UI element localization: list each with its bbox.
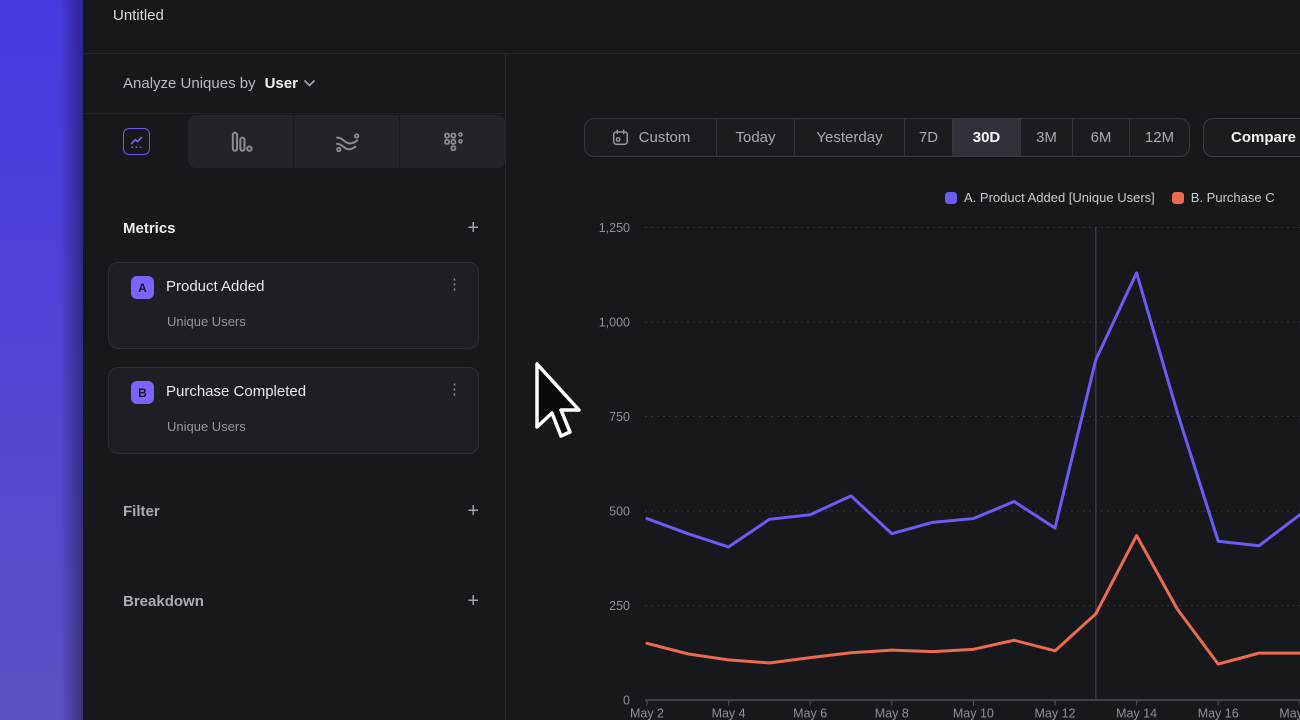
chart-legend: A. Product Added [Unique Users] B. Purch… [945,190,1275,205]
compare-label: Compare [1231,129,1296,146]
range-label: Custom [639,129,691,146]
legend-swatch-b [1172,192,1184,204]
filter-title: Filter [123,503,160,520]
range-yesterday[interactable]: Yesterday [794,119,904,156]
tab-retention[interactable] [400,115,506,168]
analyze-by-selector[interactable]: User [265,75,315,92]
range-label: 3M [1036,129,1057,146]
date-range-selector: Custom Today Yesterday 7D 30D 3M 6M 12M [584,118,1190,157]
metric-subtitle[interactable]: Unique Users [167,314,246,329]
range-12m[interactable]: 12M [1129,119,1189,156]
metric-badge-b: B [131,381,154,404]
tab-flows[interactable] [294,115,400,168]
kebab-menu-icon[interactable]: ⋮ [447,380,462,398]
legend-label-b: B. Purchase C [1191,190,1275,205]
breakdown-header-row: Breakdown + [123,589,479,613]
analyze-row: Analyze Uniques by User [83,54,505,114]
metric-card-b[interactable]: B Purchase Completed Unique Users ⋮ [108,367,479,454]
retention-grid-icon [439,128,467,156]
range-30d[interactable]: 30D [952,119,1020,156]
compare-button[interactable]: Compare [1203,118,1300,157]
range-7d[interactable]: 7D [904,119,952,156]
bar-chart-icon [227,128,255,156]
add-metric-button[interactable]: + [467,218,479,238]
range-6m[interactable]: 6M [1072,119,1129,156]
range-3m[interactable]: 3M [1020,119,1072,156]
selected-tab-box [123,128,150,155]
add-filter-button[interactable]: + [467,501,479,521]
legend-item-a[interactable]: A. Product Added [Unique Users] [945,190,1155,205]
range-label: Yesterday [816,129,882,146]
tab-funnels[interactable] [188,115,294,168]
analyze-by-label: Analyze Uniques by [123,75,256,92]
legend-item-b[interactable]: B. Purchase C [1172,190,1275,205]
analyze-by-value: User [265,75,298,92]
range-label: 12M [1145,129,1174,146]
range-today[interactable]: Today [716,119,794,156]
range-label: 7D [919,129,938,146]
top-bar [83,0,1300,54]
legend-label-a: A. Product Added [Unique Users] [964,190,1155,205]
breakdown-title: Breakdown [123,593,204,610]
app-root: Untitled Analyze Uniques by User [0,0,1300,720]
add-breakdown-button[interactable]: + [467,591,479,611]
line-chart-icon [128,133,145,150]
kebab-menu-icon[interactable]: ⋮ [447,275,462,293]
range-label: 30D [973,129,1001,146]
metrics-title: Metrics [123,220,176,237]
range-custom[interactable]: Custom [585,119,716,156]
filter-header-row: Filter + [123,499,479,523]
brand-gradient-strip [0,0,83,720]
metric-badge-a: A [131,276,154,299]
legend-swatch-a [945,192,957,204]
calendar-icon [611,128,630,147]
tab-insights[interactable] [85,115,188,168]
metric-name: Purchase Completed [166,383,306,400]
metric-card-a[interactable]: A Product Added Unique Users ⋮ [108,262,479,349]
chevron-down-icon [304,80,315,87]
metric-subtitle[interactable]: Unique Users [167,419,246,434]
metric-name: Product Added [166,278,264,295]
flows-icon [333,128,361,156]
range-label: Today [735,129,775,146]
document-title[interactable]: Untitled [113,7,164,24]
range-label: 6M [1091,129,1112,146]
metrics-header-row: Metrics + [123,216,479,240]
